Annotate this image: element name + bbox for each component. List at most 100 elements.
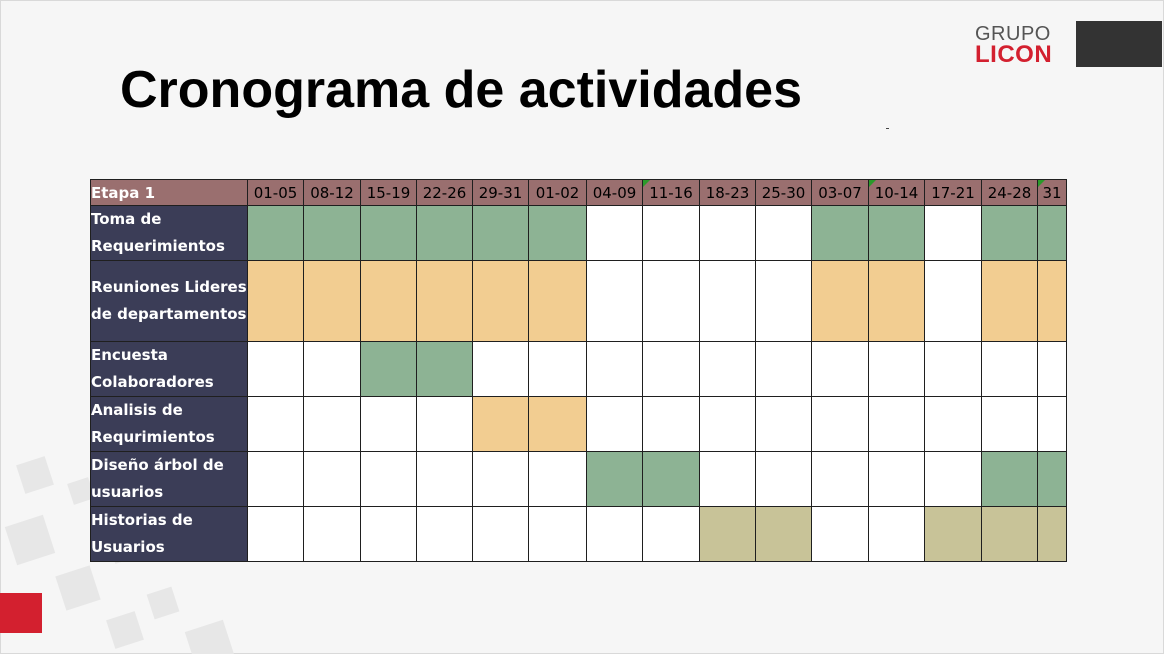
empty-cell — [472, 341, 529, 397]
scheduled-cell — [868, 205, 925, 261]
scheduled-cell — [642, 451, 700, 507]
scheduled-cell — [472, 396, 529, 452]
scheduled-cell — [1037, 506, 1067, 562]
week-label: 08-12 — [310, 183, 354, 202]
scheduled-cell — [1037, 205, 1067, 261]
week-label: 03-07 — [818, 183, 862, 202]
week-label: 04-09 — [592, 183, 637, 202]
scheduled-cell — [528, 260, 587, 342]
empty-cell — [247, 506, 304, 562]
table-row: Historias de Usuarios — [90, 506, 1067, 562]
empty-cell — [1037, 341, 1067, 397]
empty-cell — [924, 341, 982, 397]
empty-cell — [868, 506, 925, 562]
week-header: 08-12 — [303, 179, 361, 206]
table-row: Analisis de Requrimientos — [90, 396, 1067, 452]
scheduled-cell — [303, 260, 361, 342]
table-row: Diseño árbol de usuarios — [90, 451, 1067, 507]
empty-cell — [811, 451, 869, 507]
week-header: 29-31 — [472, 179, 529, 206]
scheduled-cell — [528, 205, 587, 261]
empty-cell — [868, 396, 925, 452]
scheduled-cell — [247, 205, 304, 261]
empty-cell — [1037, 396, 1067, 452]
week-label: 17-21 — [931, 183, 975, 202]
empty-cell — [528, 341, 587, 397]
empty-cell — [472, 451, 529, 507]
empty-cell — [924, 396, 982, 452]
empty-cell — [360, 506, 417, 562]
empty-cell — [699, 260, 756, 342]
scheduled-cell — [811, 260, 869, 342]
empty-cell — [528, 451, 587, 507]
activity-label: Diseño árbol de usuarios — [90, 451, 248, 507]
week-header: 17-21 — [924, 179, 982, 206]
brand-red-square — [0, 593, 42, 633]
empty-cell — [755, 451, 812, 507]
activity-label: Analisis de Requrimientos — [90, 396, 248, 452]
week-header: 10-14 — [868, 179, 925, 206]
scheduled-cell — [528, 396, 587, 452]
stage-header: Etapa 1 — [90, 179, 248, 206]
week-label: 10-14 — [874, 183, 919, 202]
empty-cell — [303, 396, 361, 452]
table-row: Toma de Requerimientos — [90, 205, 1067, 261]
week-header: 03-07 — [811, 179, 869, 206]
empty-cell — [868, 341, 925, 397]
week-header: 31 — [1037, 179, 1067, 206]
week-header: 24-28 — [981, 179, 1038, 206]
empty-cell — [416, 396, 473, 452]
empty-cell — [416, 451, 473, 507]
comment-flag-icon — [1038, 180, 1045, 187]
empty-cell — [811, 341, 869, 397]
empty-cell — [699, 205, 756, 261]
empty-cell — [924, 205, 982, 261]
empty-cell — [642, 341, 700, 397]
empty-cell — [303, 451, 361, 507]
empty-cell — [586, 341, 643, 397]
scheduled-cell — [472, 205, 529, 261]
scheduled-cell — [360, 260, 417, 342]
week-header: 01-05 — [247, 179, 304, 206]
activity-label: Toma de Requerimientos — [90, 205, 248, 261]
week-label: 29-31 — [478, 183, 523, 202]
empty-cell — [586, 396, 643, 452]
scheduled-cell — [981, 506, 1038, 562]
week-header: 15-19 — [360, 179, 417, 206]
scheduled-cell — [868, 260, 925, 342]
empty-cell — [416, 506, 473, 562]
empty-cell — [472, 506, 529, 562]
week-header: 04-09 — [586, 179, 643, 206]
scheduled-cell — [416, 205, 473, 261]
company-logo: GRUPO LICON — [975, 24, 1052, 67]
scheduled-cell — [472, 260, 529, 342]
empty-cell — [755, 260, 812, 342]
scheduled-cell — [247, 260, 304, 342]
empty-cell — [642, 260, 700, 342]
scheduled-cell — [360, 341, 417, 397]
empty-cell — [642, 396, 700, 452]
week-label: 18-23 — [705, 183, 750, 202]
table-row: Reuniones Lideres de departamentos — [90, 260, 1067, 342]
week-label: 11-16 — [649, 183, 693, 202]
scheduled-cell — [360, 205, 417, 261]
empty-cell — [699, 451, 756, 507]
week-label: 31 — [1042, 183, 1062, 202]
logo-line-2: LICON — [975, 41, 1053, 68]
week-label: 15-19 — [366, 183, 411, 202]
empty-cell — [303, 341, 361, 397]
empty-cell — [811, 396, 869, 452]
empty-cell — [528, 506, 587, 562]
empty-cell — [642, 205, 700, 261]
empty-cell — [924, 451, 982, 507]
scheduled-cell — [303, 205, 361, 261]
week-label: 22-26 — [422, 183, 467, 202]
empty-cell — [247, 341, 304, 397]
week-header: 11-16 — [642, 179, 700, 206]
scheduled-cell — [416, 260, 473, 342]
schedule-table: Etapa 1 01-05 08-12 15-19 22-26 29-31 01-02 04-… — [90, 179, 1067, 562]
empty-cell — [247, 451, 304, 507]
week-label: 01-05 — [253, 183, 298, 202]
scheduled-cell — [755, 506, 812, 562]
scheduled-cell — [924, 506, 982, 562]
